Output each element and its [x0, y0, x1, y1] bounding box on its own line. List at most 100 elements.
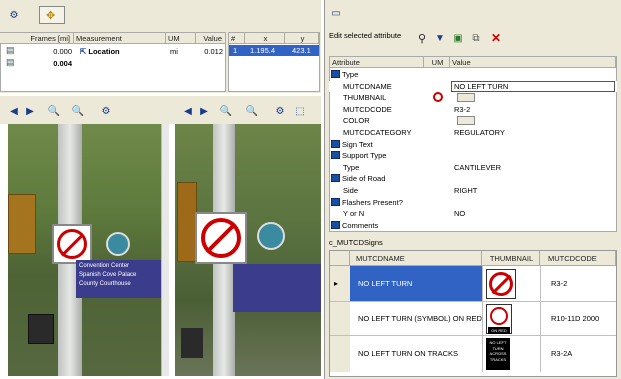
back-arrow-icon[interactable]: ◀: [6, 104, 22, 118]
value-cell[interactable]: 0.012: [196, 46, 223, 57]
sign-row-3-name-cell[interactable]: NO LEFT TURN ON TRACKS: [350, 336, 482, 372]
attr-row[interactable]: COLOR: [329, 115, 617, 126]
sign-row-2-thumb-cell[interactable]: ON RED: [482, 302, 540, 336]
left-photo[interactable]: Convention Center Spanish Cove Palace Co…: [8, 124, 168, 376]
filter-icon[interactable]: ▼: [432, 31, 448, 45]
zoom-out-icon-2[interactable]: 🔍: [244, 104, 260, 118]
no-left-turn-sign-2[interactable]: [195, 212, 247, 264]
binoculars-icon[interactable]: ⚲: [414, 31, 430, 45]
row-header-3: [330, 336, 350, 372]
col-mutcdcode[interactable]: MUTCDCODE: [540, 251, 616, 266]
frames-cell-2[interactable]: 0.004: [40, 58, 72, 69]
row-icon-1: ▤: [6, 45, 15, 55]
group-expand-icon[interactable]: [331, 151, 340, 160]
across-tracks-thumbnail: NO LEFT TURN ACROSS TRACKS: [486, 338, 510, 370]
export-icon[interactable]: ▣: [450, 31, 466, 45]
col-number[interactable]: #: [229, 33, 245, 44]
mutcdname-editor[interactable]: [451, 80, 615, 92]
forward-arrow-icon[interactable]: ▶: [22, 104, 38, 118]
um-cell[interactable]: mi: [170, 46, 178, 57]
round-sign: [106, 232, 130, 256]
attr-row[interactable]: Y or N NO: [329, 208, 617, 219]
sign-row-1-code-cell[interactable]: R3-2: [540, 266, 616, 302]
forward-arrow-icon-2[interactable]: ▶: [196, 104, 212, 118]
group-expand-icon[interactable]: [331, 174, 340, 183]
measurement-label: Location: [88, 47, 120, 56]
attr-label: Side: [343, 186, 359, 195]
back-arrow-icon-2[interactable]: ◀: [180, 104, 196, 118]
attr-row[interactable]: MUTCDCATEGORY REGULATORY: [329, 127, 617, 138]
sign-row-3-thumb-cell[interactable]: NO LEFT TURN ACROSS TRACKS: [482, 336, 540, 372]
group-expand-icon[interactable]: [331, 70, 340, 78]
attr-label: COLOR: [343, 116, 370, 126]
attr-row[interactable]: MUTCDCODE R3-2: [329, 104, 617, 115]
sign-row-1-name-cell[interactable]: NO LEFT TURN: [350, 266, 482, 302]
attr-value[interactable]: RIGHT: [454, 185, 477, 196]
col-y[interactable]: y: [285, 33, 319, 44]
zoom-in-icon-2[interactable]: 🔍: [218, 104, 234, 118]
col-thumbnail[interactable]: THUMBNAIL: [482, 251, 540, 266]
panel-tab-icon[interactable]: ▭: [328, 6, 344, 20]
attr-value[interactable]: NO: [454, 208, 465, 219]
attr-value[interactable]: R3-2: [454, 104, 470, 115]
xy-number: 1: [233, 46, 238, 55]
round-sign-2: [257, 222, 285, 250]
attr-row[interactable]: Side RIGHT: [329, 185, 617, 196]
col-mutcdname[interactable]: MUTCDNAME: [350, 251, 482, 266]
layers-icon[interactable]: ⚙: [98, 104, 114, 118]
attr-group-row[interactable]: Flashers Present?: [329, 197, 617, 208]
attr-value[interactable]: CANTILEVER: [454, 162, 501, 173]
attr-group-row[interactable]: Type: [329, 69, 617, 80]
tab-measure[interactable]: ✥: [39, 6, 65, 24]
delete-icon[interactable]: ✕: [488, 31, 504, 45]
copy-icon[interactable]: ⧉: [468, 31, 484, 45]
zoom-in-icon[interactable]: 🔍: [46, 104, 62, 118]
xy-x: 1.195.4: [250, 46, 276, 55]
col-x[interactable]: x: [245, 33, 285, 44]
col-um[interactable]: UM: [166, 33, 196, 44]
measurement-cell[interactable]: ⇱ Location: [80, 46, 120, 57]
no-left-turn-sign[interactable]: [52, 224, 92, 264]
properties-icon[interactable]: ⚙: [6, 8, 22, 22]
sign-row-2-name-cell[interactable]: NO LEFT TURN (SYMBOL) ON RED: [350, 302, 482, 336]
group-expand-icon[interactable]: [331, 197, 340, 206]
layers-icon-2[interactable]: ⚙: [272, 104, 288, 118]
traffic-signal: [8, 194, 36, 254]
sign-row-1-thumb-cell[interactable]: [482, 266, 540, 302]
right-photo[interactable]: [175, 124, 321, 376]
attr-group-row[interactable]: Side of Road: [329, 173, 617, 184]
col-attribute[interactable]: Attribute: [330, 57, 424, 68]
left-photo-scrollbar[interactable]: [161, 124, 169, 376]
col-attr-um[interactable]: UM: [424, 57, 450, 68]
current-row-indicator: ▸: [330, 266, 350, 302]
group-expand-icon[interactable]: [331, 220, 340, 229]
attr-label: MUTCDCODE: [343, 104, 392, 114]
attr-row[interactable]: Type CANTILEVER: [329, 162, 617, 173]
zoom-out-icon[interactable]: 🔍: [70, 104, 86, 118]
attr-label: MUTCDNAME: [343, 81, 392, 91]
col-measurement[interactable]: Measurement: [74, 33, 166, 44]
col-value[interactable]: Value: [196, 33, 226, 44]
attr-value[interactable]: REGULATORY: [454, 127, 505, 138]
attr-row[interactable]: THUMBNAIL: [329, 92, 617, 103]
sign-row-2-code-cell[interactable]: R10-11D 2000: [540, 302, 616, 336]
thumbnail-picker-button[interactable]: [457, 93, 475, 103]
attr-label: THUMBNAIL: [343, 93, 387, 103]
select-icon[interactable]: ⬚: [292, 104, 308, 118]
attr-label: Side of Road: [342, 174, 386, 184]
guide-sign-line-3: County Courthouse: [79, 281, 131, 287]
attr-group-row[interactable]: Comments: [329, 220, 617, 231]
attr-row[interactable]: MUTCDNAME NO LEFT TURN: [329, 80, 617, 92]
col-attr-value[interactable]: Value: [450, 57, 616, 68]
color-picker-button[interactable]: [457, 116, 475, 126]
frames-cell[interactable]: 0.000: [40, 46, 72, 57]
attr-group-row[interactable]: Support Type: [329, 150, 617, 161]
row-header-2: [330, 302, 350, 336]
attr-label: Type: [342, 70, 359, 79]
sign-row-3-code-cell[interactable]: R3-2A: [540, 336, 616, 372]
group-expand-icon[interactable]: [331, 139, 340, 148]
attr-group-row[interactable]: Sign Text: [329, 139, 617, 150]
sign-row-2-code: R10-11D 2000: [551, 314, 600, 323]
xy-y: 423.1: [292, 46, 311, 55]
col-frames[interactable]: Frames [mi]: [0, 33, 74, 44]
